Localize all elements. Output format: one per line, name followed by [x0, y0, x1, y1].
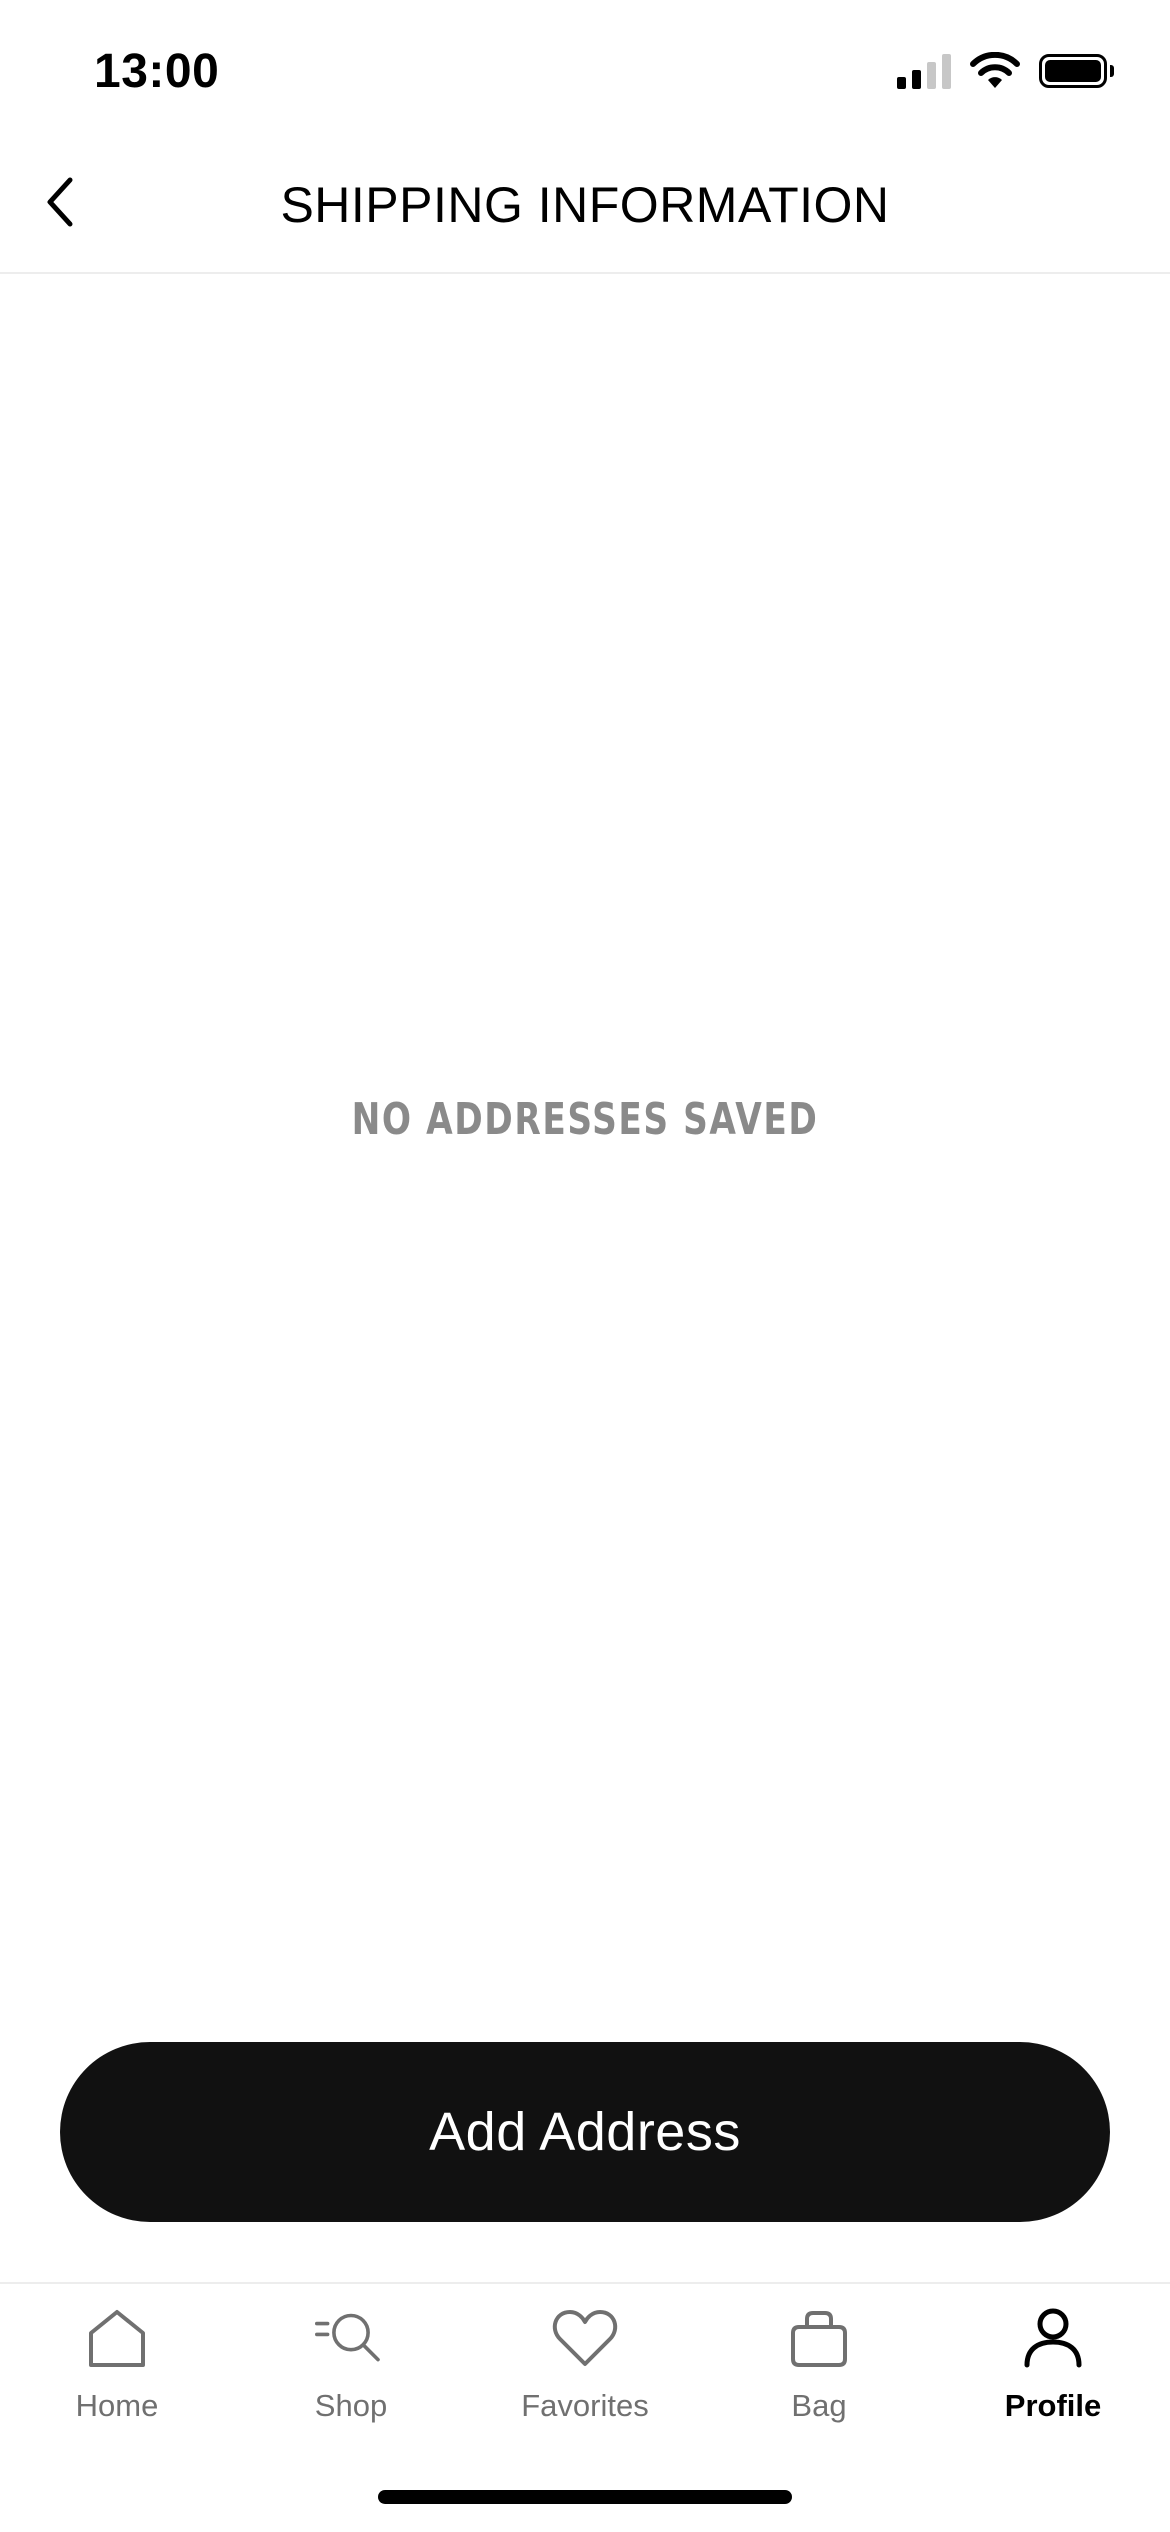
heart-icon — [549, 2302, 621, 2374]
battery-icon — [1039, 54, 1114, 88]
tab-favorites[interactable]: Favorites — [468, 2302, 702, 2424]
home-indicator[interactable] — [378, 2490, 792, 2504]
wifi-icon — [970, 52, 1020, 88]
search-icon — [315, 2302, 387, 2374]
tab-bag[interactable]: Bag — [702, 2302, 936, 2424]
empty-state-message: NO ADDRESSES SAVED — [351, 1094, 819, 1145]
tab-bag-label: Bag — [791, 2388, 847, 2423]
status-icons — [897, 52, 1114, 90]
profile-icon — [1017, 2302, 1089, 2374]
tab-shop[interactable]: Shop — [234, 2302, 468, 2424]
tab-home[interactable]: Home — [0, 2302, 234, 2424]
page-title: SHIPPING INFORMATION — [280, 177, 890, 233]
tab-shop-label: Shop — [314, 2388, 388, 2423]
add-address-label: Add Address — [429, 2102, 741, 2162]
tab-favorites-label: Favorites — [521, 2388, 649, 2423]
status-bar: 13:00 — [0, 0, 1170, 150]
tab-profile[interactable]: Profile — [936, 2302, 1170, 2424]
nav-header: SHIPPING INFORMATION — [0, 150, 1170, 274]
home-icon — [81, 2302, 153, 2374]
cellular-signal-icon — [897, 53, 951, 89]
add-address-button[interactable]: Add Address — [60, 2042, 1110, 2222]
bag-icon — [783, 2302, 855, 2374]
status-time: 13:00 — [94, 45, 220, 98]
tab-home-label: Home — [75, 2388, 159, 2423]
tab-profile-label: Profile — [1004, 2388, 1102, 2423]
